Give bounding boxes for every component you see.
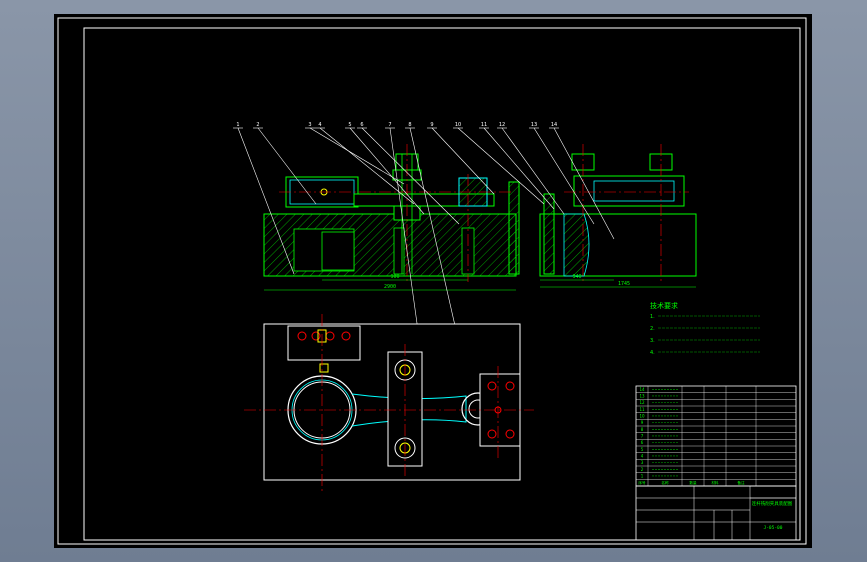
parts-row-number: 14: [639, 387, 645, 392]
tech-req-line: 3.: [650, 338, 655, 344]
top-view: [244, 314, 534, 494]
dim-text-900: 900: [390, 274, 399, 280]
tech-req-line: 4.: [650, 350, 655, 356]
parts-header-cell: 备注: [737, 480, 745, 485]
dim-text-1745: 1745: [618, 281, 630, 287]
balloon-label: 4: [318, 122, 321, 128]
parts-header-cell: 材料: [711, 480, 719, 485]
parts-row-number: 13: [639, 393, 645, 398]
locating-plate: [508, 181, 520, 275]
cad-drawing-canvas: 900 2900 940 1745 1 2 3 4 5 6 7 8 9 10 11 12 13 14: [54, 14, 812, 548]
tech-req-heading: 技术要求: [650, 301, 678, 310]
balloon-label: 3: [308, 122, 311, 128]
side-clamp-bar: [573, 175, 685, 207]
tech-req-lines: 1. 2. 3. 4.: [650, 314, 760, 356]
side-section-arc: [563, 213, 590, 277]
dim-text-2900: 2900: [384, 284, 396, 290]
balloon-label: 10: [455, 122, 461, 128]
parts-row-number: 5: [641, 447, 644, 452]
parts-header-cell: 数量: [689, 480, 697, 485]
balloon-label: 5: [348, 122, 351, 128]
parts-row-number: 12: [639, 400, 645, 405]
balloon-label: 8: [408, 122, 411, 128]
parts-header-cell: 序号: [638, 480, 646, 485]
title-block: 连杆铣削夹具装配图 J-05-00: [635, 485, 797, 541]
parts-row-number: 2: [641, 467, 644, 472]
balloon-label: 2: [256, 122, 259, 128]
parts-list-header: 序号 名称 数量 材料 备注: [638, 480, 745, 485]
balloon-label: 7: [388, 122, 391, 128]
parts-list: 1413 12 1110 9 87 6 54 3 21 序号 名称 数量 材料 备注: [635, 385, 797, 487]
parts-header-cell: 名称: [661, 480, 669, 485]
tech-req-line: 1.: [650, 314, 655, 320]
stud-bore-1: [393, 227, 405, 275]
tech-req-line: 2.: [650, 326, 655, 332]
title-block-border: [635, 485, 797, 541]
side-locating-plate: [543, 193, 555, 275]
drawing-title: 连杆铣削夹具装配图: [752, 500, 793, 507]
parts-row-number: 10: [639, 413, 645, 418]
top-clamp-block: [287, 325, 361, 361]
dim-text-940: 940: [572, 274, 581, 280]
balloon-label: 6: [360, 122, 363, 128]
balloon-label: 12: [499, 122, 505, 128]
parts-row-number: 11: [639, 407, 645, 412]
balloon-label: 9: [430, 122, 433, 128]
parts-row-number: 4: [641, 453, 644, 458]
side-base: [539, 213, 697, 277]
assembly-drawing: 900 2900 940 1745 1 2 3 4 5 6 7 8 9 10 11 12 13 14: [57, 17, 807, 545]
balloon-label: 11: [481, 122, 487, 128]
front-view: 900 2900: [263, 144, 520, 291]
parts-list-grid: 1413 12 1110 9 87 6 54 3 21: [636, 386, 796, 486]
parts-row-number: 9: [641, 420, 644, 425]
balloon-label: 14: [551, 122, 557, 128]
balloon-label: 1: [236, 122, 239, 128]
side-view: 940 1745: [539, 144, 697, 288]
parts-row-number: 7: [641, 433, 644, 438]
parts-row-number: 3: [641, 460, 644, 465]
parts-row-number: 6: [641, 440, 644, 445]
base-pocket-inner: [321, 231, 355, 271]
technical-requirements: 技术要求 1. 2. 3. 4.: [650, 301, 760, 356]
balloon-label: 13: [531, 122, 537, 128]
parts-row-number: 8: [641, 427, 644, 432]
parts-row-number: 1: [641, 473, 644, 478]
drawing-number: J-05-00: [764, 525, 783, 531]
